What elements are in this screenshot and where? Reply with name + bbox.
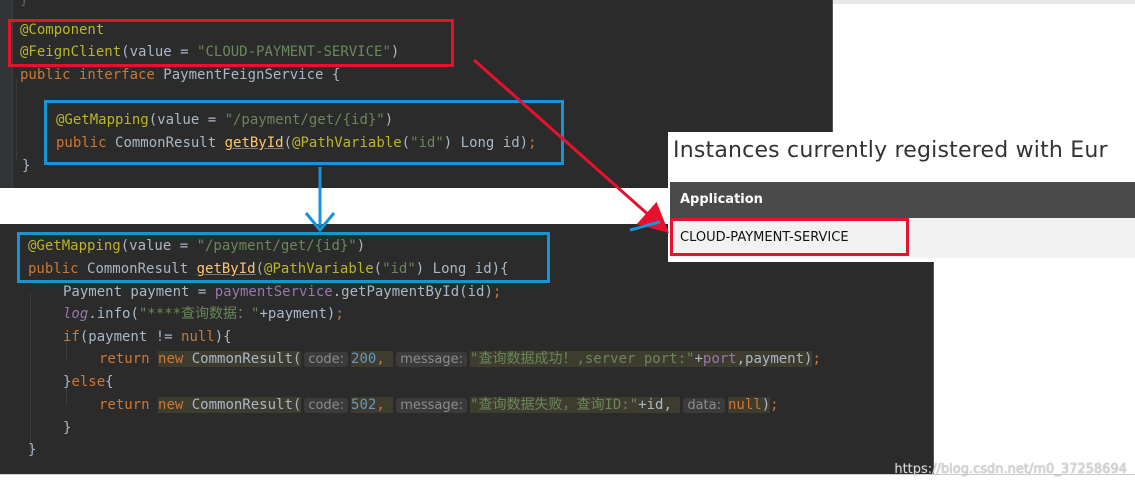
annotation-arrows bbox=[304, 58, 669, 233]
blue-scribble bbox=[629, 220, 661, 232]
watermark: https://blog.csdn.net/m0_37258694 bbox=[894, 462, 1127, 477]
red-arrow bbox=[473, 58, 669, 233]
